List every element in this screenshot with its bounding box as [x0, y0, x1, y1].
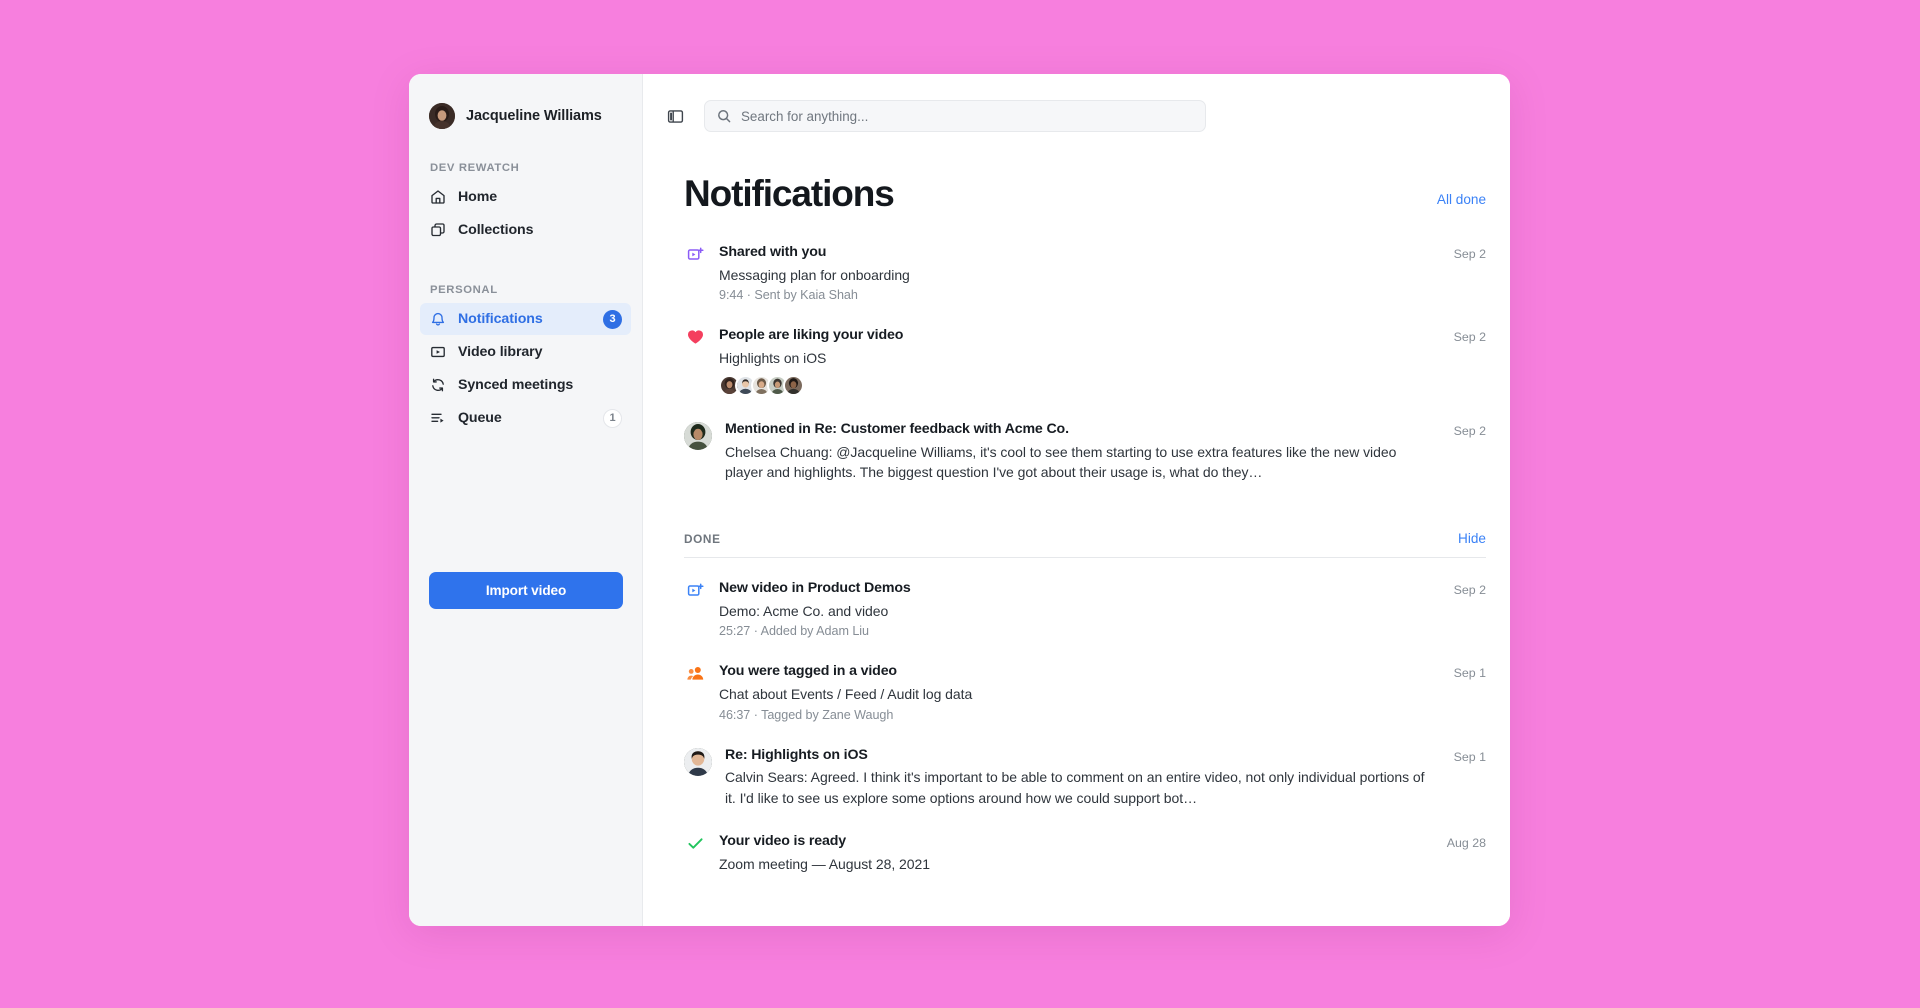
main-content: Notifications All done Shared with you M… [643, 74, 1510, 926]
notifications-page: Notifications All done Shared with you M… [643, 136, 1510, 887]
sidebar-toggle-icon[interactable] [664, 105, 686, 127]
done-section-header: DONE Hide [684, 531, 1486, 559]
app-window: Jacqueline Williams DEV REWATCH Home Col… [409, 74, 1510, 926]
notification-meta: 25:27 · Added by Adam Liu [719, 624, 869, 639]
liker-avatar-stack[interactable] [719, 375, 1429, 397]
notification-row[interactable]: Re: Highlights on iOS Calvin Sears: Agre… [684, 735, 1486, 821]
notification-subtitle: Calvin Sears: Agreed. I think it's impor… [725, 769, 1425, 806]
notification-title: People are liking your video [719, 327, 904, 344]
sidebar-item-label: Synced meetings [458, 377, 574, 393]
done-notifications-list: New video in Product Demos Demo: Acme Co… [684, 558, 1486, 886]
collections-icon [429, 222, 446, 239]
sidebar-item-notifications[interactable]: Notifications 3 [420, 303, 631, 335]
sidebar-item-label: Home [458, 189, 498, 205]
notification-title: New video in Product Demos [719, 580, 911, 597]
notification-row[interactable]: Shared with you Messaging plan for onboa… [684, 232, 1486, 315]
notification-subtitle: Messaging plan for onboarding [719, 266, 910, 283]
search-icon [718, 110, 731, 123]
avatar [684, 747, 712, 776]
notification-meta: 46:37 · Tagged by Zane Waugh [719, 707, 894, 722]
notification-title: Re: Highlights on iOS [725, 746, 868, 763]
notification-body: People are liking your video Highlights … [719, 327, 1441, 397]
sidebar-item-synced-meetings[interactable]: Synced meetings [420, 369, 631, 401]
notification-row[interactable]: New video in Product Demos Demo: Acme Co… [684, 568, 1486, 651]
notifications-badge: 3 [603, 309, 622, 329]
video-icon [429, 344, 446, 361]
notification-body: New video in Product Demos Demo: Acme Co… [719, 580, 1441, 638]
queue-icon [429, 410, 446, 427]
new-video-icon [684, 580, 706, 638]
heart-icon [684, 327, 706, 396]
notification-row[interactable]: You were tagged in a video Chat about Ev… [684, 651, 1486, 734]
page-header: Notifications All done [684, 136, 1486, 224]
avatar [783, 375, 804, 397]
notification-date: Aug 28 [1446, 835, 1486, 850]
notification-body: Mentioned in Re: Customer feedback with … [725, 421, 1441, 482]
sidebar: Jacqueline Williams DEV REWATCH Home Col… [409, 74, 643, 926]
notification-subtitle: Highlights on iOS [719, 349, 827, 366]
notification-date: Sep 2 [1453, 247, 1486, 261]
notification-title: Your video is ready [719, 832, 846, 849]
all-done-button[interactable]: All done [1437, 192, 1486, 212]
notification-title: Mentioned in Re: Customer feedback with … [725, 421, 1069, 438]
sidebar-item-home[interactable]: Home [420, 181, 631, 213]
notification-subtitle: Zoom meeting — August 28, 2021 [719, 855, 930, 872]
notification-body: You were tagged in a video Chat about Ev… [719, 663, 1441, 721]
bell-icon [429, 311, 446, 328]
tagged-people-icon [684, 663, 706, 721]
sync-icon [429, 377, 446, 394]
queue-badge: 1 [603, 408, 622, 428]
notification-subtitle: Chat about Events / Feed / Audit log dat… [719, 686, 973, 703]
sidebar-item-queue[interactable]: Queue 1 [420, 402, 631, 434]
sidebar-item-video-library[interactable]: Video library [420, 336, 631, 368]
notification-body: Shared with you Messaging plan for onboa… [719, 244, 1441, 302]
notification-title: You were tagged in a video [719, 663, 897, 680]
notification-row[interactable]: Mentioned in Re: Customer feedback with … [684, 409, 1486, 495]
done-label: DONE [684, 531, 721, 546]
import-video-button[interactable]: Import video [429, 572, 623, 609]
sidebar-group-label-dev-rewatch: DEV REWATCH [430, 162, 520, 174]
shared-video-icon [684, 244, 706, 302]
avatar [429, 103, 455, 129]
user-profile[interactable]: Jacqueline Williams [409, 74, 642, 136]
sidebar-item-label: Notifications [458, 311, 543, 327]
notification-row[interactable]: Your video is ready Zoom meeting — Augus… [684, 821, 1486, 887]
notification-subtitle: Demo: Acme Co. and video [719, 603, 889, 620]
sidebar-group-label-personal: PERSONAL [430, 284, 498, 296]
hide-done-button[interactable]: Hide [1458, 531, 1486, 546]
notification-body: Re: Highlights on iOS Calvin Sears: Agre… [725, 747, 1441, 808]
sidebar-item-label: Collections [458, 222, 534, 238]
sidebar-item-collections[interactable]: Collections [420, 214, 631, 246]
notification-meta: 9:44 · Sent by Kaia Shah [719, 288, 858, 303]
sidebar-item-label: Queue [458, 410, 502, 426]
notification-date: Sep 1 [1453, 749, 1486, 764]
notification-date: Sep 2 [1453, 583, 1486, 598]
sidebar-item-label: Video library [458, 344, 543, 360]
page-title: Notifications [684, 173, 895, 214]
notification-row[interactable]: People are liking your video Highlights … [684, 315, 1486, 409]
search-input[interactable] [741, 108, 1193, 124]
search-bar[interactable] [704, 100, 1206, 132]
notification-title: Shared with you [719, 244, 827, 260]
notification-body: Your video is ready Zoom meeting — Augus… [719, 833, 1434, 874]
notification-date: Sep 2 [1453, 424, 1486, 439]
notification-subtitle: Chelsea Chuang: @Jacqueline Williams, it… [725, 443, 1397, 481]
home-icon [429, 189, 446, 206]
unread-notifications-list: Shared with you Messaging plan for onboa… [684, 224, 1486, 495]
check-icon [684, 833, 706, 874]
topbar [643, 74, 1510, 136]
user-name: Jacqueline Williams [466, 108, 602, 124]
avatar [684, 422, 712, 451]
notification-date: Sep 2 [1453, 330, 1486, 345]
notification-date: Sep 1 [1453, 666, 1486, 681]
